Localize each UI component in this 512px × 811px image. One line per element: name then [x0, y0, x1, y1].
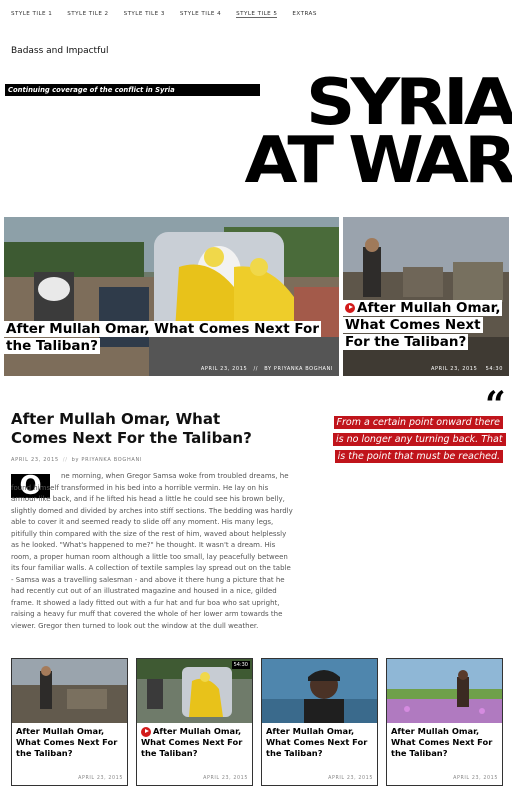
nav-style-tile-4[interactable]: STYLE TILE 4	[180, 11, 221, 18]
card-thumbnail	[387, 659, 502, 723]
story-card[interactable]: After Mullah Omar, What Comes Next For t…	[386, 658, 503, 786]
nav-style-tile-5[interactable]: STYLE TILE 5	[236, 11, 278, 18]
play-icon[interactable]	[141, 726, 151, 737]
card-date: APRIL 23, 2015	[453, 776, 498, 781]
card-date: APRIL 23, 2015	[328, 776, 373, 781]
hero-tile-large[interactable]: After Mullah Omar, What Comes Next For t…	[4, 217, 339, 376]
story-card[interactable]: 54:30 After Mullah Omar, What Comes Next…	[136, 658, 253, 786]
article-body-text: ne morning, when Gregor Samsa woke from …	[11, 472, 293, 630]
pull-quote: From a certain point onward there is no …	[333, 414, 506, 465]
nav-style-tile-1[interactable]: STYLE TILE 1	[11, 11, 52, 18]
hero-large-title[interactable]: After Mullah Omar, What Comes Next For t…	[4, 321, 339, 355]
hero-large-meta: APRIL 23, 2015 // BY PRIYANKA BOGHANI	[201, 366, 333, 372]
video-duration: 54:30	[485, 366, 503, 372]
story-card[interactable]: After Mullah Omar, What Comes Next For t…	[11, 658, 128, 786]
card-date: APRIL 23, 2015	[78, 776, 123, 781]
play-icon[interactable]	[345, 303, 355, 313]
coverage-banner: Continuing coverage of the conflict in S…	[5, 84, 260, 96]
card-title[interactable]: After Mullah Omar, What Comes Next For t…	[141, 726, 250, 759]
card-title[interactable]: After Mullah Omar, What Comes Next For t…	[266, 726, 375, 759]
hero-large-author[interactable]: BY PRIYANKA BOGHANI	[264, 366, 333, 372]
nav-style-tile-2[interactable]: STYLE TILE 2	[67, 11, 108, 18]
card-thumbnail	[12, 659, 127, 723]
card-thumbnail	[262, 659, 377, 723]
nav-style-tile-3[interactable]: STYLE TILE 3	[124, 11, 165, 18]
hero-small-date: APRIL 23, 2015	[430, 366, 478, 372]
card-date: APRIL 23, 2015	[203, 776, 248, 781]
article-date: APRIL 23, 2015	[11, 457, 59, 463]
nav-extras[interactable]: EXTRAS	[292, 11, 316, 18]
article-title[interactable]: After Mullah Omar, What Comes Next For t…	[11, 410, 271, 448]
meta-separator: //	[253, 366, 259, 372]
article-body: ne morning, when Gregor Samsa woke from …	[11, 471, 295, 632]
story-card[interactable]: After Mullah Omar, What Comes Next For t…	[261, 658, 378, 786]
article-meta: APRIL 23, 2015// by PRIYANKA BOGHANI	[11, 457, 142, 463]
site-title[interactable]: Badass and Impactful	[11, 46, 108, 56]
hero-small-title[interactable]: After Mullah Omar, What Comes Next For t…	[343, 300, 509, 351]
article-author[interactable]: by PRIYANKA BOGHANI	[72, 457, 143, 463]
card-title[interactable]: After Mullah Omar, What Comes Next For t…	[16, 726, 125, 759]
page-headline: SYRIA AT WAR	[244, 71, 512, 198]
hero-tile-small[interactable]: After Mullah Omar, What Comes Next For t…	[343, 217, 509, 376]
top-nav: STYLE TILE 1 STYLE TILE 2 STYLE TILE 3 S…	[11, 11, 332, 18]
hero-small-meta: APRIL 23, 2015 54:30	[431, 366, 503, 372]
card-title[interactable]: After Mullah Omar, What Comes Next For t…	[391, 726, 500, 759]
headline-line-2: AT WAR	[244, 124, 512, 198]
hero-large-date: APRIL 23, 2015	[200, 366, 248, 372]
meta-separator: //	[62, 457, 68, 463]
hero-small-image	[343, 217, 509, 376]
video-duration-badge: 54:30	[231, 661, 250, 669]
